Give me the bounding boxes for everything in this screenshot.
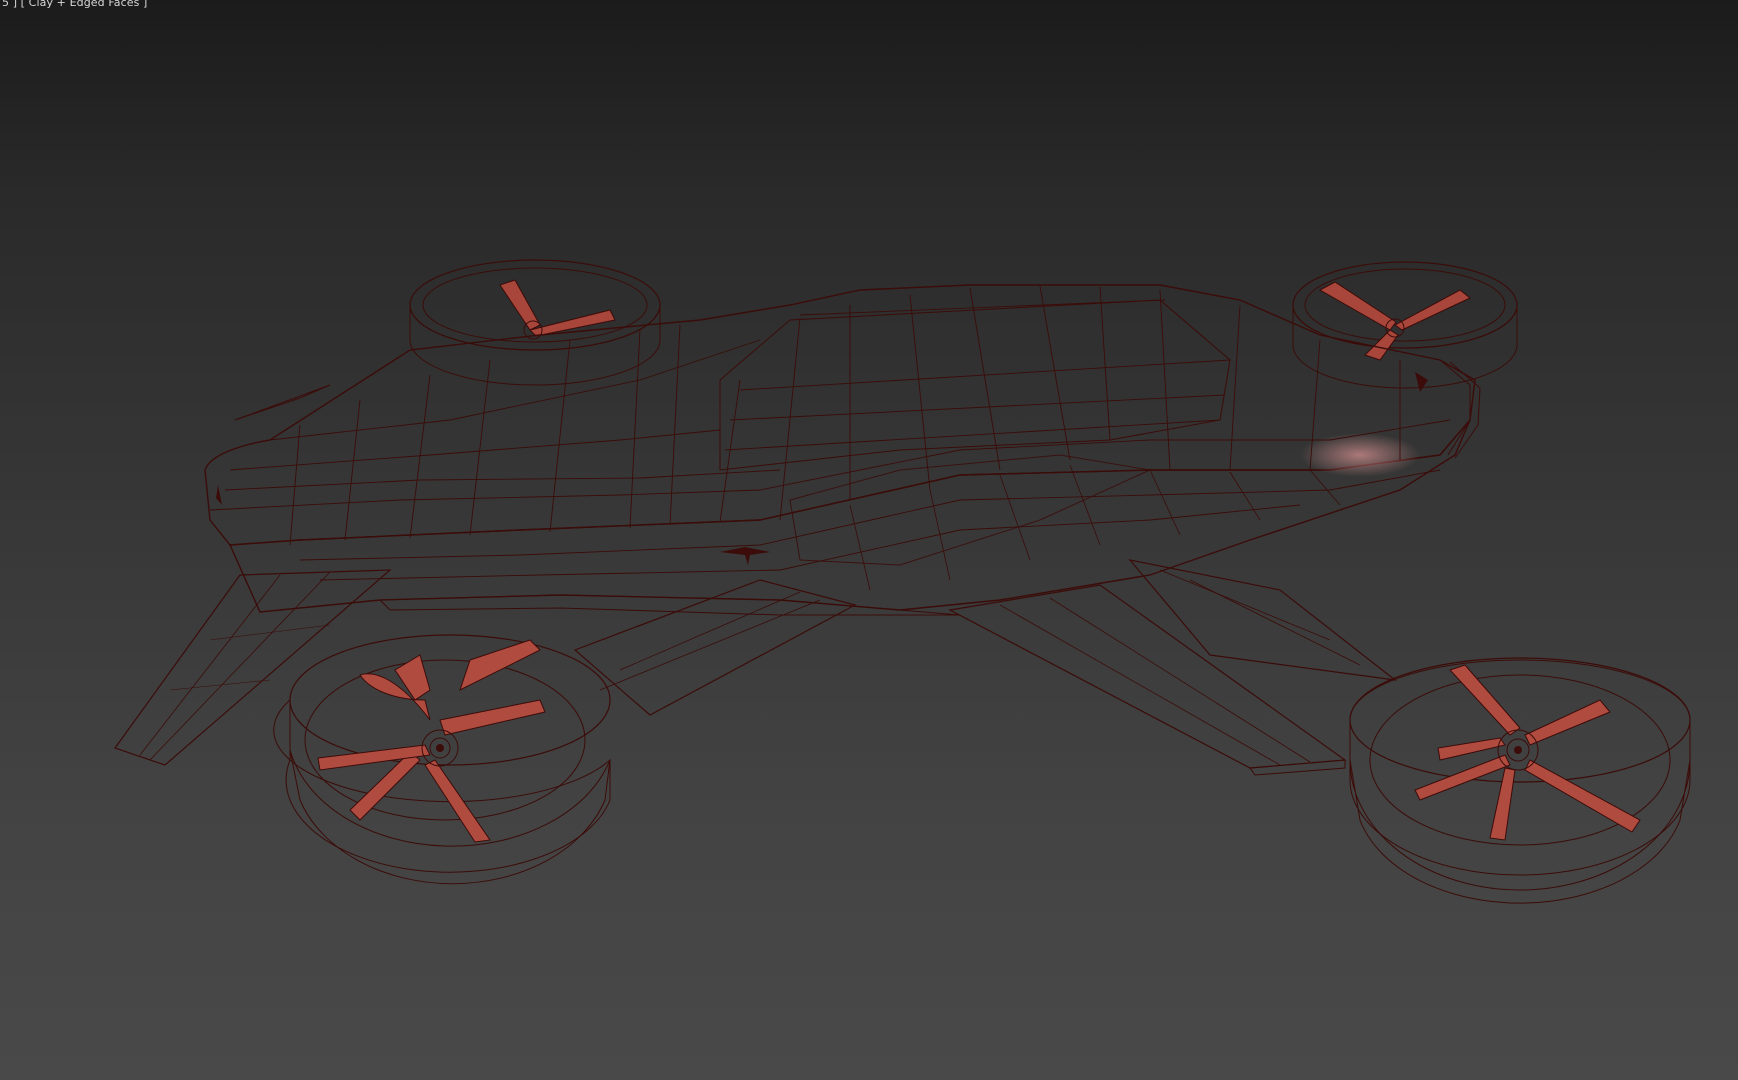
front-right-rotor[interactable] — [1349, 657, 1691, 904]
right-front-wing[interactable] — [948, 584, 1347, 776]
fuselage[interactable] — [204, 284, 1481, 616]
left-rear-wing[interactable] — [573, 579, 857, 716]
3d-viewport[interactable]: 5 ] [ Clay + Edged Faces ] — [0, 0, 1738, 1080]
left-front-wing[interactable] — [114, 569, 392, 766]
rear-left-rotor[interactable] — [409, 259, 661, 386]
right-rear-wing[interactable] — [1128, 559, 1398, 681]
rear-right-rotor[interactable] — [1292, 261, 1518, 389]
front-left-rotor[interactable] — [273, 634, 611, 885]
scene-canvas[interactable] — [0, 0, 1738, 1080]
